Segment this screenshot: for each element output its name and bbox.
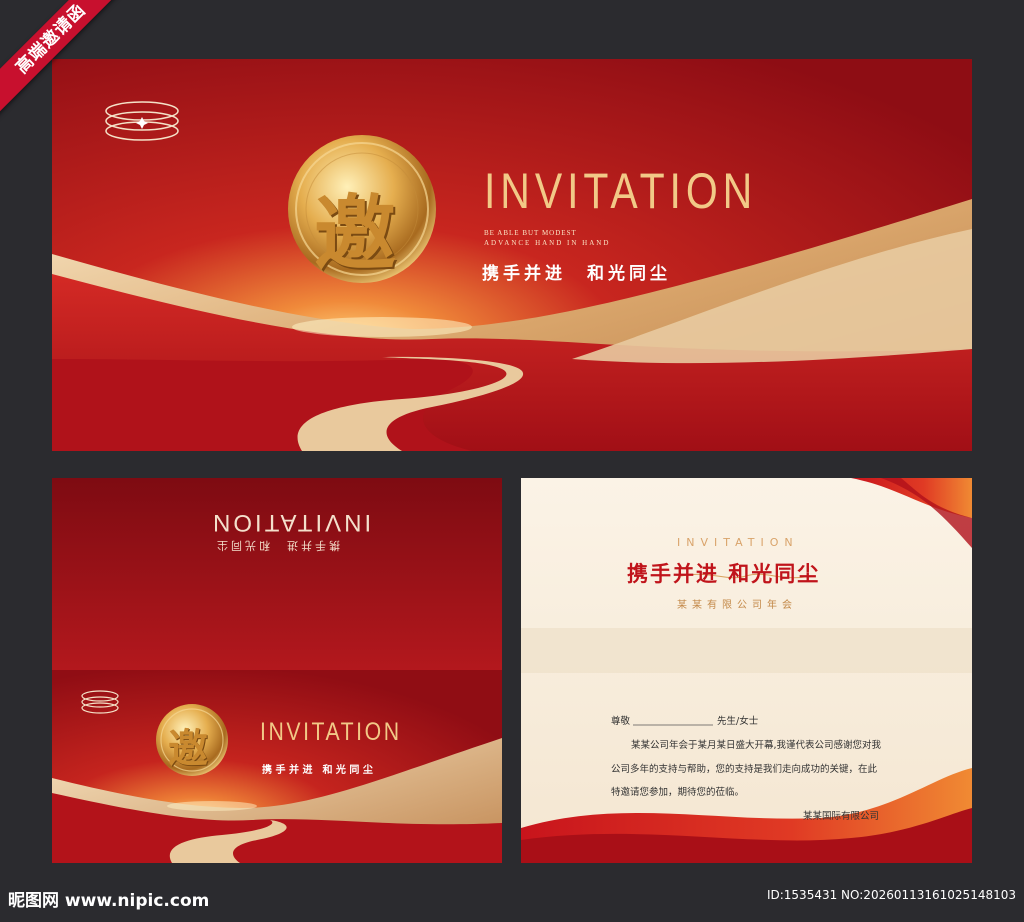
front-title: INVITATION bbox=[484, 163, 758, 219]
letter-salutation: 尊敬 bbox=[611, 716, 631, 727]
front-subtitle-2: ADVANCE HAND IN HAND bbox=[484, 239, 611, 247]
cover-title: INVITATION bbox=[260, 718, 402, 746]
invitation-cover-card: INVITATION 携手并进 和光同尘 邀 INVITATION 携 手 并 … bbox=[52, 478, 502, 863]
front-seal-char: 邀 bbox=[314, 186, 397, 282]
cover-seal-char: 邀 bbox=[168, 725, 208, 772]
letter-company-event: 某某有限公司年会 bbox=[677, 600, 797, 611]
front-card-art bbox=[52, 59, 972, 451]
cover-slogan: 携 手 并 进 和 光 同 尘 bbox=[262, 765, 373, 776]
front-slogan: 携手并进 和光同尘 bbox=[482, 264, 671, 284]
letter-signature: 某某国际有限公司 bbox=[803, 811, 880, 822]
letter-paragraph-3: 特邀请您参加，期待您的莅临。 bbox=[611, 787, 745, 798]
letter-title-suffix: 先生/女士 bbox=[717, 716, 759, 727]
cover-mirrored-slogan: 携手并进 和光同尘 bbox=[214, 539, 340, 552]
letter-slogan: 携手并进 和光同尘 bbox=[627, 561, 821, 586]
invitation-letter-card: INVITATION 携手并进 和光同尘 某某有限公司年会 尊敬 先生/女士 某… bbox=[521, 478, 972, 863]
letter-paragraph-1: 某某公司年会于某月某日盛大开幕,我谨代表公司感谢您对我 bbox=[631, 740, 882, 751]
letter-header: INVITATION bbox=[677, 536, 799, 549]
footer-site-label: 昵图网 www.nipic.com bbox=[8, 891, 210, 911]
cover-mirrored-title: INVITATION bbox=[210, 509, 372, 536]
letter-paragraph-2: 公司多年的支持与帮助，您的支持是我们走向成功的关键，在此 bbox=[611, 764, 878, 775]
front-subtitle-1: BE ABLE BUT MODEST bbox=[484, 229, 577, 237]
footer-id-label: ID:1535431 NO:20260113161025148103 bbox=[766, 888, 1016, 902]
invitation-front-card: 邀 INVITATION BE ABLE BUT MODEST ADVANCE … bbox=[52, 59, 972, 451]
